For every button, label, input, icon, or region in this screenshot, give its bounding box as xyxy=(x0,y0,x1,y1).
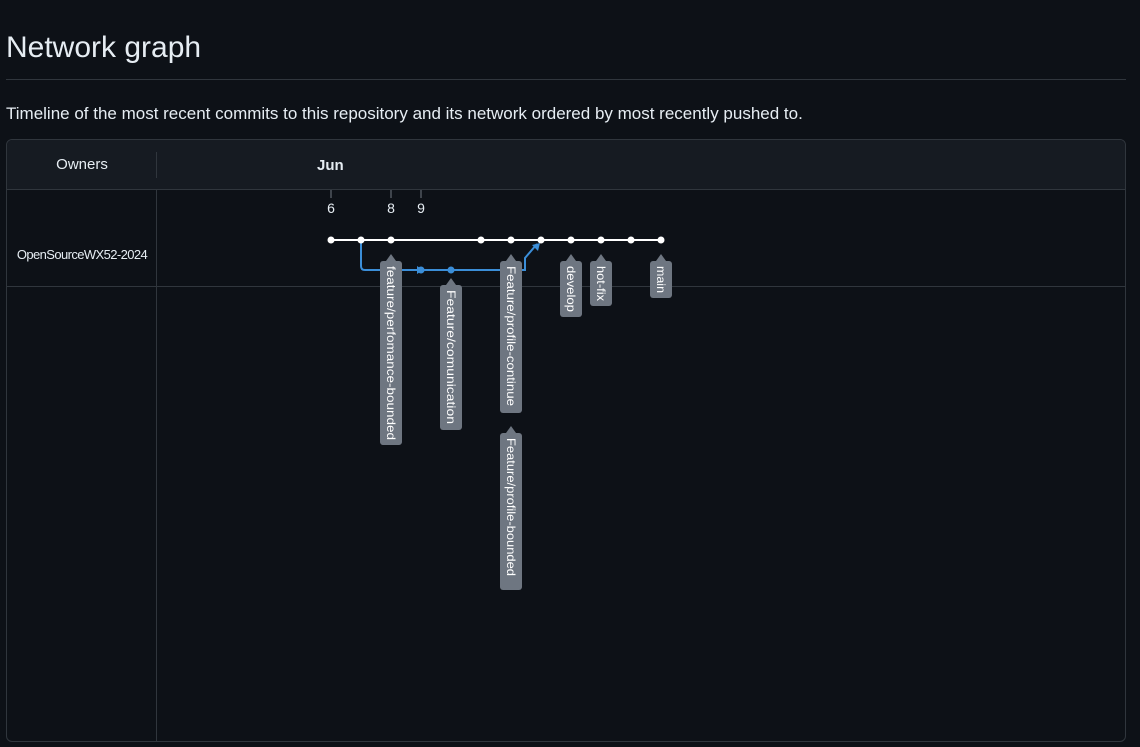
commit-dot[interactable] xyxy=(567,236,575,244)
title-divider xyxy=(6,79,1126,80)
commit-dot[interactable] xyxy=(507,236,515,244)
commit-dot[interactable] xyxy=(597,236,605,244)
branch-labels[interactable]: feature/perfomance-bounded Feature/comun… xyxy=(380,254,672,590)
branch-label-feature-profile-continue[interactable]: Feature/profile-continue xyxy=(500,254,522,413)
network-graph-page: Network graph Timeline of the most recen… xyxy=(0,0,1140,747)
day-ticks xyxy=(330,190,422,198)
page-title: Network graph xyxy=(6,31,202,64)
branch-label-hot-fix[interactable]: hot-fix xyxy=(590,254,612,306)
branch-label-feature-perfomance-bounded[interactable]: feature/perfomance-bounded xyxy=(380,254,402,445)
branch-label-text: Feature/profile-continue xyxy=(504,266,518,406)
commit-dot[interactable] xyxy=(417,266,425,274)
commit-dot[interactable] xyxy=(357,236,365,244)
day-label: 6 xyxy=(327,200,335,216)
commit-dot[interactable] xyxy=(447,266,455,274)
branch-label-text: main xyxy=(654,266,668,293)
day-label: 9 xyxy=(417,200,425,216)
branch-label-feature-profile-bounded[interactable]: Feature/profile-bounded xyxy=(500,426,522,590)
branch-label-text: hot-fix xyxy=(594,266,608,301)
branch-label-main[interactable]: main xyxy=(650,254,672,298)
commit-dot[interactable] xyxy=(657,236,665,244)
branch-label-text: Feature/comunication xyxy=(444,290,458,424)
commit-dot[interactable] xyxy=(627,236,635,244)
commit-dot[interactable] xyxy=(537,236,545,244)
branch-label-text: feature/perfomance-bounded xyxy=(384,266,398,440)
page-description: Timeline of the most recent commits to t… xyxy=(6,104,803,123)
network-graph[interactable]: Owners Jun OpenSourceWX52-2024 6 8 9 fea… xyxy=(6,139,1126,742)
commit-dot[interactable] xyxy=(477,236,485,244)
commit-dot[interactable] xyxy=(387,236,395,244)
branch-label-text: develop xyxy=(564,266,578,312)
branch-label-text: Feature/profile-bounded xyxy=(504,438,518,576)
day-labels: 6 8 9 xyxy=(327,200,425,216)
network-canvas[interactable]: 6 8 9 feature/perfomance-bounded Feature… xyxy=(7,140,1125,741)
day-label: 8 xyxy=(387,200,395,216)
branch-label-feature-comunication[interactable]: Feature/comunication xyxy=(440,278,462,430)
commit-dot[interactable] xyxy=(327,236,335,244)
branch-label-develop[interactable]: develop xyxy=(560,254,582,317)
